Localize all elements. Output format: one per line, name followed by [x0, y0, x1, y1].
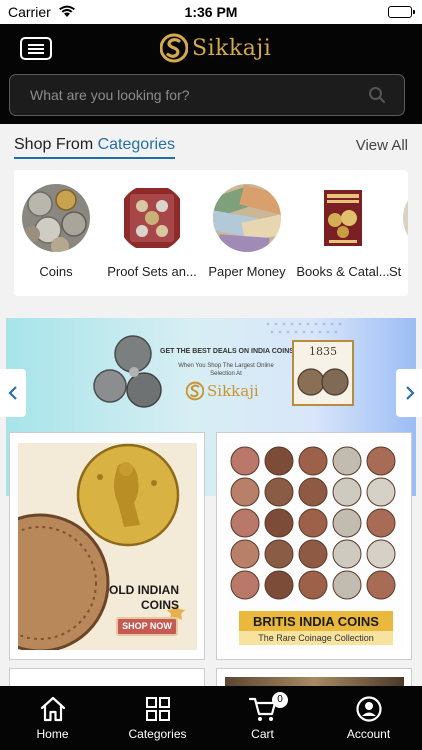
british-coin-thumb: [230, 446, 260, 476]
category-label: St: [389, 264, 402, 279]
old-indian-coins-title-line1: OLD INDIAN: [109, 583, 179, 597]
british-coin-thumb: [298, 508, 328, 538]
category-item-paper-money[interactable]: Paper Money: [199, 184, 295, 279]
british-coin-thumb: [366, 539, 396, 569]
bottom-tab-bar: Home Categories 0 Cart Account: [0, 686, 422, 750]
status-bar: Carrier 1:36 PM: [0, 0, 422, 24]
categories-title: Shop From Categories: [14, 136, 175, 159]
categories-header: Shop From Categories View All: [0, 124, 422, 170]
account-icon: [356, 696, 382, 722]
british-coin-thumb: [332, 477, 362, 507]
battery-icon: [388, 6, 415, 18]
category-item-stamps[interactable]: St: [389, 184, 408, 279]
tab-cart[interactable]: 0 Cart: [210, 686, 315, 750]
old-indian-coins-image: OLD INDIAN COINS SHOP NOW: [18, 443, 197, 650]
stamps-category-image: [403, 184, 408, 252]
tab-account-label: Account: [346, 727, 391, 741]
british-india-coins-subtitle: The Rare Coinage Collection: [239, 631, 393, 645]
british-coin-thumb: [366, 446, 396, 476]
books-category-image: [309, 184, 377, 252]
tab-categories-label: Categories: [128, 727, 187, 741]
category-item-books-catalogues[interactable]: Books & Catal...: [295, 184, 391, 279]
category-label: Paper Money: [208, 264, 286, 279]
banner-subtext: When You Shop The Largest Online Selecti…: [178, 363, 274, 377]
proof-sets-category-image: [118, 184, 186, 252]
categories-carousel[interactable]: Coins Proof Sets an... Paper Money Books…: [14, 170, 408, 296]
british-coin-thumb: [332, 508, 362, 538]
british-coin-thumb: [264, 446, 294, 476]
british-coin-thumb: [298, 477, 328, 507]
category-item-proof-sets[interactable]: Proof Sets an...: [104, 184, 200, 279]
british-coin-thumb: [332, 570, 362, 600]
banner-framed-coins: 1835: [292, 340, 354, 406]
view-all-link[interactable]: View All: [356, 137, 408, 154]
search-box[interactable]: [9, 74, 405, 116]
category-label: Proof Sets an...: [107, 264, 197, 279]
banner-brand-name: Sikkaji: [207, 382, 259, 400]
tab-account[interactable]: Account: [316, 686, 421, 750]
tab-categories[interactable]: Categories: [105, 686, 210, 750]
banner-next-button[interactable]: [396, 369, 422, 417]
category-label: Books & Catal...: [296, 264, 390, 279]
banner-prev-button[interactable]: [0, 369, 26, 417]
home-icon: [40, 696, 66, 722]
british-coin-thumb: [298, 446, 328, 476]
british-india-coins-banner: BRITIS INDIA COINS The Rare Coinage Coll…: [239, 611, 393, 645]
british-coin-thumb: [366, 508, 396, 538]
category-label: Coins: [39, 264, 73, 279]
tab-cart-label: Cart: [251, 727, 274, 741]
grid-icon: [146, 697, 170, 721]
british-coin-thumb: [332, 539, 362, 569]
british-coin-thumb: [264, 508, 294, 538]
british-coin-thumb: [298, 539, 328, 569]
status-time: 1:36 PM: [184, 4, 238, 20]
british-coin-thumb: [230, 508, 260, 538]
search-icon[interactable]: [368, 86, 386, 109]
old-indian-coins-title-line2: COINS: [140, 598, 179, 612]
sikkaji-logo-mark-icon: [186, 381, 204, 401]
banner-headline: GET THE BEST DEALS ON INDIA COINS: [160, 348, 294, 355]
banner-coin-year: 1835: [309, 345, 337, 358]
brand-name: Sikkaji: [192, 35, 272, 61]
paper-money-category-image: [213, 184, 281, 252]
chevron-right-icon: [406, 386, 415, 400]
shop-now-button[interactable]: SHOP NOW: [116, 617, 178, 636]
british-coin-thumb: [230, 570, 260, 600]
brand-logo[interactable]: Sikkaji: [160, 31, 271, 65]
british-coin-thumb: [264, 477, 294, 507]
british-coin-thumb: [230, 539, 260, 569]
british-coin-thumb: [230, 477, 260, 507]
british-india-coins-image: BRITIS INDIA COINS The Rare Coinage Coll…: [225, 443, 404, 650]
british-coin-thumb: [366, 477, 396, 507]
category-item-coins[interactable]: Coins: [14, 184, 104, 279]
categories-title-accent: Categories: [97, 136, 175, 153]
british-coin-thumb: [264, 570, 294, 600]
british-coin-thumb: [298, 570, 328, 600]
tab-home-label: Home: [36, 727, 69, 741]
banner-brand-logo: Sikkaji: [186, 380, 259, 402]
british-india-coins-title: BRITIS INDIA COINS: [253, 614, 379, 629]
app-header: Sikkaji: [0, 24, 422, 124]
old-indian-coins-title: OLD INDIAN COINS: [109, 583, 179, 613]
search-input[interactable]: [30, 75, 360, 115]
cart-count-badge: 0: [272, 692, 288, 708]
categories-title-prefix: Shop From: [14, 136, 94, 153]
tab-home[interactable]: Home: [0, 686, 105, 750]
british-coin-thumb: [264, 539, 294, 569]
hamburger-menu-icon[interactable]: [20, 37, 52, 60]
promo-card-old-indian-coins[interactable]: OLD INDIAN COINS SHOP NOW: [9, 432, 205, 660]
british-coin-thumb: [332, 446, 362, 476]
sikkaji-logo-mark-icon: [160, 33, 188, 63]
promo-card-british-india-coins[interactable]: BRITIS INDIA COINS The Rare Coinage Coll…: [216, 432, 412, 660]
british-coin-thumb: [366, 570, 396, 600]
chevron-left-icon: [8, 386, 17, 400]
coins-category-image: [22, 184, 90, 252]
